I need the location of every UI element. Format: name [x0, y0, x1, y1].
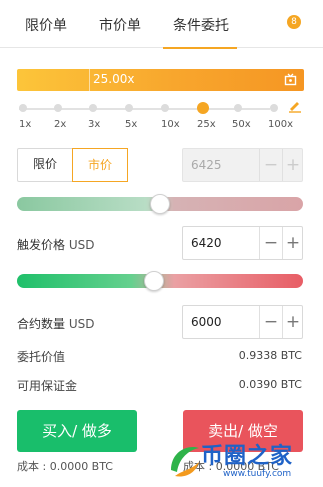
watermark-brand: 币圈之家 [201, 444, 294, 469]
price-value: 6425 [191, 158, 222, 172]
watermark-logo-icon [171, 446, 199, 477]
leverage-option-label[interactable]: 50x [232, 119, 251, 130]
pencil-icon[interactable] [288, 99, 302, 113]
trigger-price-minus-button[interactable]: − [260, 227, 282, 259]
trigger-price-input[interactable]: 6420 [191, 236, 222, 250]
leverage-option-dot[interactable] [161, 104, 169, 112]
notification-badge[interactable]: 8 [287, 15, 301, 29]
buy-long-button[interactable]: 买入/ 做多 [17, 410, 137, 452]
leverage-option-label[interactable]: 5x [125, 119, 137, 130]
leverage-option-dot[interactable] [234, 104, 242, 112]
leverage-option-label[interactable]: 2x [54, 119, 66, 130]
watermark-url: www.tuufy.com [223, 469, 292, 479]
leverage-option-dot[interactable] [270, 104, 278, 112]
quantity-plus-button[interactable]: + [282, 306, 304, 338]
trigger-price-stepper: 6420 − + [182, 226, 303, 260]
price-minus-button: − [263, 155, 279, 175]
leverage-settings-icon[interactable] [284, 73, 297, 86]
leverage-option-label[interactable]: 25x [197, 119, 216, 130]
leverage-option-dot[interactable] [89, 104, 97, 112]
order-value: 0.9338 BTC [238, 349, 302, 362]
price-plus-button: + [285, 155, 301, 175]
tab-limit-order[interactable]: 限价单 [25, 15, 67, 35]
trigger-price-unit: USD [68, 238, 95, 252]
leverage-option-dot[interactable] [54, 104, 62, 112]
leverage-option-label[interactable]: 3x [88, 119, 100, 130]
order-tabs: 限价单 市价单 条件委托 8 [0, 0, 323, 49]
quantity-stepper: 6000 − + [182, 305, 303, 339]
order-type-toggle: 限价 市价 [17, 148, 128, 182]
quantity-minus-button[interactable]: − [260, 306, 282, 338]
quantity-label-text: 合约数量 [17, 317, 66, 331]
limit-type-button[interactable]: 限价 [17, 148, 73, 182]
order-value-label: 委托价值 [17, 350, 66, 364]
quantity-label: 合约数量 USD [17, 315, 94, 332]
available-margin-value: 0.0390 BTC [238, 378, 302, 391]
quantity-unit: USD [68, 317, 95, 331]
leverage-divider [89, 69, 90, 91]
leverage-bar[interactable]: 25.00x [17, 69, 304, 91]
leverage-option-label[interactable]: 100x [268, 119, 293, 130]
price-stepper: 6425 − + [182, 148, 303, 182]
leverage-option-label[interactable]: 10x [161, 119, 180, 130]
price-slider-thumb[interactable] [150, 194, 170, 214]
trigger-price-label-text: 触发价格 [17, 238, 66, 252]
buy-cost: 成本 : 0.0000 BTC [17, 460, 113, 473]
leverage-option-dot[interactable] [19, 104, 27, 112]
watermark: 币圈之家 www.tuufy.com [165, 438, 323, 487]
quantity-input[interactable]: 6000 [191, 315, 222, 329]
trigger-price-label: 触发价格 USD [17, 236, 94, 253]
available-margin-label: 可用保证金 [17, 379, 78, 393]
trigger-price-plus-button[interactable]: + [282, 227, 304, 259]
quantity-slider-thumb[interactable] [144, 271, 164, 291]
tab-market-order[interactable]: 市价单 [99, 15, 141, 35]
leverage-option-dot[interactable] [197, 102, 209, 114]
leverage-option-label[interactable]: 1x [19, 119, 31, 130]
leverage-value: 25.00x [93, 72, 135, 86]
tab-conditional-order[interactable]: 条件委托 [163, 15, 237, 49]
price-slider[interactable] [17, 194, 303, 214]
leverage-option-dot[interactable] [125, 104, 133, 112]
market-type-button[interactable]: 市价 [72, 148, 128, 182]
quantity-slider[interactable] [17, 271, 303, 291]
